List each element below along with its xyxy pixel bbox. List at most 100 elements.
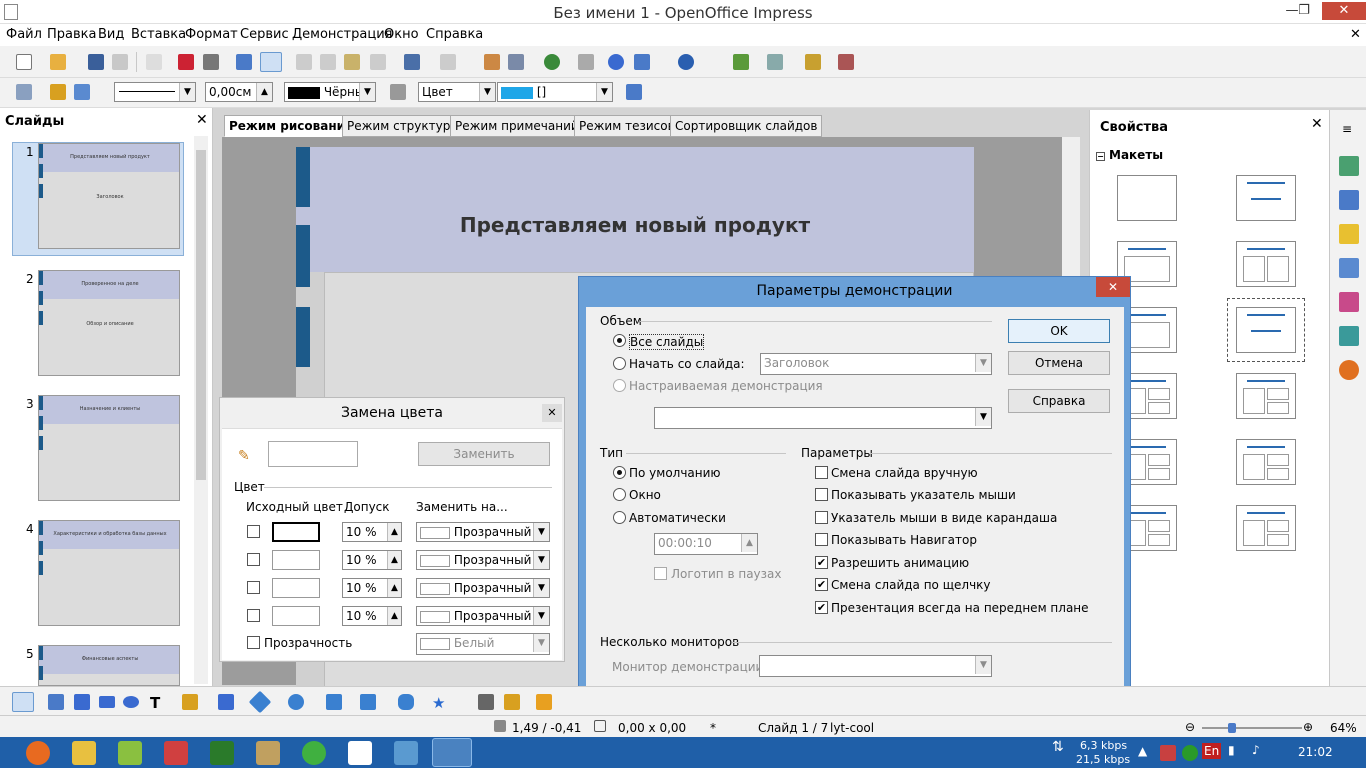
- source-color-checkbox[interactable]: [247, 525, 260, 538]
- app-icon[interactable]: [164, 741, 188, 765]
- cut-icon[interactable]: [296, 54, 312, 70]
- line-tool-icon[interactable]: [48, 694, 64, 710]
- option-checkbox[interactable]: ✔: [815, 556, 828, 569]
- menu-tools[interactable]: Сервис: [240, 27, 289, 42]
- source-color-checkbox[interactable]: [247, 609, 260, 622]
- replace-with-select[interactable]: Прозрачный ▼: [416, 550, 550, 570]
- network-signal-icon[interactable]: ▮: [1228, 743, 1235, 757]
- connector-tool-icon[interactable]: [218, 694, 234, 710]
- gallery-icon[interactable]: [1339, 326, 1359, 346]
- flowchart-icon[interactable]: [360, 694, 376, 710]
- grid-icon[interactable]: [578, 54, 594, 70]
- monitor-app-icon[interactable]: [394, 741, 418, 765]
- paint-icon[interactable]: [256, 741, 280, 765]
- sidebar-menu-icon[interactable]: ≡: [1342, 122, 1352, 136]
- option-checkbox[interactable]: [815, 511, 828, 524]
- ellipse-tool-icon[interactable]: [123, 696, 139, 708]
- ok-button[interactable]: OK: [1008, 319, 1110, 343]
- stars-icon[interactable]: ★: [432, 694, 448, 712]
- tab-outline-view[interactable]: Режим структуры: [342, 115, 465, 137]
- block-arrows-icon[interactable]: [326, 694, 342, 710]
- tolerance-field[interactable]: 10 % ▲: [342, 522, 402, 542]
- option-checkbox[interactable]: [815, 488, 828, 501]
- area-style-select[interactable]: Цвет ▼: [418, 82, 496, 102]
- email-icon[interactable]: [112, 54, 128, 70]
- language-indicator[interactable]: En: [1202, 743, 1222, 759]
- redo-icon[interactable]: [440, 54, 456, 70]
- option-checkbox[interactable]: ✔: [815, 601, 828, 614]
- transparency-color-select[interactable]: Белый ▼: [416, 633, 550, 655]
- close-slideshow-dialog-button[interactable]: ✕: [1096, 277, 1130, 297]
- zoom-level[interactable]: 64%: [1330, 721, 1357, 735]
- tray-expand-icon[interactable]: ▲: [1138, 744, 1147, 758]
- fontwork-gallery-icon[interactable]: [536, 694, 552, 710]
- print-icon[interactable]: [203, 54, 219, 70]
- spellcheck-icon[interactable]: [236, 54, 252, 70]
- menu-view[interactable]: Вид: [98, 27, 124, 42]
- app-icon[interactable]: [348, 741, 372, 765]
- arrow-tool-icon[interactable]: [74, 694, 90, 710]
- transparency-checkbox[interactable]: [247, 636, 260, 649]
- styles-icon[interactable]: [1339, 292, 1359, 312]
- fontwork-icon[interactable]: [544, 54, 560, 70]
- app-icon[interactable]: [210, 741, 234, 765]
- slide-layout-option[interactable]: [1236, 373, 1296, 419]
- open-icon[interactable]: [50, 54, 66, 70]
- custom-show-radio[interactable]: [613, 379, 626, 392]
- tab-handout-view[interactable]: Режим тезисов: [574, 115, 680, 137]
- source-color-swatch[interactable]: [272, 522, 320, 542]
- source-color-swatch[interactable]: [272, 606, 320, 626]
- source-color-checkbox[interactable]: [247, 581, 260, 594]
- line-width-field[interactable]: 0,00см ▲: [205, 82, 273, 102]
- from-slide-select[interactable]: Заголовок ▼: [760, 353, 992, 375]
- symbol-shapes-icon[interactable]: [288, 694, 304, 710]
- all-slides-radio[interactable]: [613, 334, 626, 347]
- firefox-icon[interactable]: [26, 741, 50, 765]
- explorer-icon[interactable]: [72, 741, 96, 765]
- chart-icon[interactable]: [484, 54, 500, 70]
- tab-slide-sorter[interactable]: Сортировщик слайдов: [670, 115, 823, 137]
- slide-thumbnail[interactable]: Финансовые аспекты: [38, 645, 180, 700]
- tray-app-icon[interactable]: [1160, 745, 1176, 761]
- new-icon[interactable]: [16, 54, 32, 70]
- help-icon[interactable]: [678, 54, 694, 70]
- table-icon[interactable]: [508, 54, 524, 70]
- select-icon[interactable]: [12, 692, 34, 712]
- utorrent-icon[interactable]: [302, 741, 326, 765]
- custom-animation-icon[interactable]: [1339, 224, 1359, 244]
- slide-transition-icon[interactable]: [1339, 258, 1359, 278]
- line-style-select[interactable]: ▼: [114, 82, 196, 102]
- area-color-select[interactable]: [] ▼: [497, 82, 613, 102]
- source-color-checkbox[interactable]: [247, 553, 260, 566]
- glue-points-icon[interactable]: [504, 694, 520, 710]
- clone-formatting-icon[interactable]: [370, 54, 386, 70]
- document-modified[interactable]: *: [710, 721, 716, 735]
- menu-slideshow[interactable]: Демонстрация: [292, 27, 392, 42]
- curve-tool-icon[interactable]: [182, 694, 198, 710]
- type-window-radio[interactable]: [613, 488, 626, 501]
- slide-layout-option[interactable]: [1117, 175, 1177, 221]
- basic-shapes-icon[interactable]: [248, 690, 272, 714]
- edit-file-icon[interactable]: [146, 54, 162, 70]
- text-tool-icon[interactable]: T: [150, 694, 166, 712]
- volume-icon[interactable]: ♪: [1252, 743, 1260, 757]
- option-checkbox[interactable]: ✔: [815, 578, 828, 591]
- replace-button[interactable]: Заменить: [418, 442, 550, 466]
- pipette-icon[interactable]: ✎: [238, 448, 250, 464]
- export-pdf-icon[interactable]: [178, 54, 194, 70]
- from-slide-radio[interactable]: [613, 357, 626, 370]
- source-color-swatch[interactable]: [272, 550, 320, 570]
- help-button[interactable]: Справка: [1008, 389, 1110, 413]
- slides-scrollbar[interactable]: [194, 136, 208, 684]
- tab-drawing-view[interactable]: Режим рисования: [224, 115, 358, 137]
- type-default-radio[interactable]: [613, 466, 626, 479]
- impress-taskbar-icon[interactable]: [432, 738, 472, 767]
- line-icon[interactable]: [50, 84, 66, 100]
- menu-file[interactable]: Файл: [6, 27, 42, 42]
- replace-with-select[interactable]: Прозрачный ▼: [416, 606, 550, 626]
- area-icon[interactable]: [390, 84, 406, 100]
- callouts-icon[interactable]: [398, 694, 414, 710]
- monitor-select[interactable]: ▼: [759, 655, 992, 677]
- logo-in-pauses-checkbox[interactable]: [654, 567, 667, 580]
- shadow-icon[interactable]: [626, 84, 642, 100]
